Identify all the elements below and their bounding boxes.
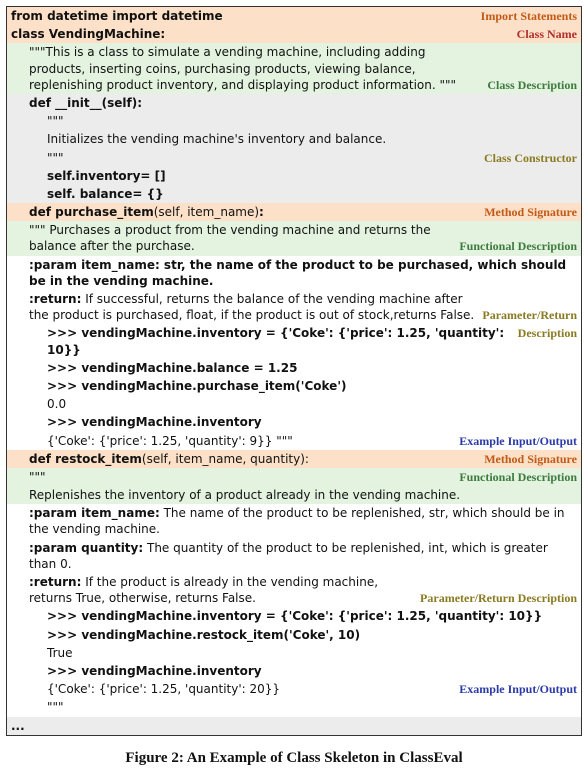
m1-ex5-row: >>> vendingMachine.inventory [7, 413, 581, 431]
m1-ex6-row: {'Coke': {'price': 1.25, 'quantity': 9}}… [7, 432, 581, 450]
class-def: class VendingMachine: [11, 26, 511, 42]
m2-sig-row: def restock_item(self, item_name, quanti… [7, 450, 581, 468]
tag-method-signature-2: Method Signature [484, 451, 577, 467]
tag-param-return-2: Parameter/Return Description [420, 590, 577, 606]
ellipsis: ... [11, 718, 577, 734]
init-doc-open: """ [11, 113, 577, 129]
m1-ex1-row: >>> vendingMachine.inventory = {'Coke': … [7, 324, 581, 358]
tag-class-name: Class Name [517, 26, 577, 42]
init-body2-row: self. balance= {} [7, 185, 581, 203]
tag-method-signature-1: Method Signature [484, 204, 577, 220]
init-body2: self. balance= {} [11, 186, 577, 202]
class-skeleton-box: from datetime import datetime Import Sta… [6, 6, 582, 736]
m2-doc-open: """ [11, 469, 453, 485]
class-doc: """This is a class to simulate a vending… [11, 44, 481, 93]
m2-doc: Replenishes the inventory of a product a… [11, 487, 577, 503]
m2-doc-close: """ [11, 699, 577, 715]
tag-class-constructor: Class Constructor [484, 150, 577, 166]
class-doc-row: """This is a class to simulate a vending… [7, 43, 581, 94]
m2-return: :return: If the product is already in th… [11, 574, 414, 606]
tag-functional-description-2: Functional Description [459, 469, 577, 485]
m1-param: :param item_name: str, the name of the p… [11, 257, 577, 289]
m1-sig: def purchase_item(self, item_name): [11, 204, 478, 220]
m2-ex2: >>> vendingMachine.restock_item('Coke', … [11, 627, 577, 643]
m2-sig: def restock_item(self, item_name, quanti… [11, 451, 478, 467]
tag-description-word: Description [518, 325, 577, 341]
m2-ex1: >>> vendingMachine.inventory = {'Coke': … [11, 608, 577, 624]
m2-doc-open-row: """ Functional Description [7, 468, 581, 486]
m2-ex4-row: >>> vendingMachine.inventory [7, 662, 581, 680]
m2-ex5-row: {'Coke': {'price': 1.25, 'quantity': 20}… [7, 680, 581, 698]
m1-param-row: :param item_name: str, the name of the p… [7, 256, 581, 290]
class-def-row: class VendingMachine: Class Name [7, 25, 581, 43]
tag-param-return-1: Parameter/Return [482, 307, 577, 323]
ellipsis-row: ... [7, 717, 581, 735]
m2-ex5: {'Coke': {'price': 1.25, 'quantity': 20}… [11, 681, 453, 697]
m2-ex2-row: >>> vendingMachine.restock_item('Coke', … [7, 626, 581, 644]
m2-param1: :param item_name: The name of the produc… [11, 505, 577, 537]
m1-ex4: 0.0 [11, 396, 577, 412]
m2-doc-close-row: """ [7, 698, 581, 716]
m2-doc-row: Replenishes the inventory of a product a… [7, 486, 581, 504]
m1-doc-row: """ Purchases a product from the vending… [7, 221, 581, 255]
m2-param1-row: :param item_name: The name of the produc… [7, 504, 581, 538]
init-sig-row: def __init__(self): [7, 94, 581, 112]
m2-ex3: True [11, 645, 577, 661]
m2-ex1-row: >>> vendingMachine.inventory = {'Coke': … [7, 607, 581, 625]
import-row: from datetime import datetime Import Sta… [7, 7, 581, 25]
m2-return-row: :return: If the product is already in th… [7, 573, 581, 607]
m1-ex5: >>> vendingMachine.inventory [11, 414, 577, 430]
init-doc-open-row: """ [7, 112, 581, 130]
init-doc-close-row: """ Class Constructor [7, 149, 581, 167]
m2-ex4: >>> vendingMachine.inventory [11, 663, 577, 679]
tag-functional-description-1: Functional Description [459, 238, 577, 254]
import-line: from datetime import datetime [11, 8, 475, 24]
m1-return-row: :return: If successful, returns the bala… [7, 290, 581, 324]
m1-ex3-row: >>> vendingMachine.purchase_item('Coke') [7, 377, 581, 395]
tag-example-io-1: Example Input/Output [459, 433, 577, 449]
m2-param2: :param quantity: The quantity of the pro… [11, 540, 577, 572]
init-doc-row: Initializes the vending machine's invent… [7, 130, 581, 148]
m1-ex3: >>> vendingMachine.purchase_item('Coke') [11, 378, 577, 394]
init-sig: def __init__(self): [11, 95, 577, 111]
tag-example-io-2: Example Input/Output [459, 681, 577, 697]
m1-sig-row: def purchase_item(self, item_name): Meth… [7, 203, 581, 221]
m1-return: :return: If successful, returns the bala… [11, 291, 476, 323]
init-body1-row: self.inventory= [] [7, 167, 581, 185]
m1-ex6: {'Coke': {'price': 1.25, 'quantity': 9}}… [11, 433, 453, 449]
tag-class-description: Class Description [487, 77, 577, 93]
m1-ex4-row: 0.0 [7, 395, 581, 413]
m2-param2-row: :param quantity: The quantity of the pro… [7, 539, 581, 573]
init-doc-close: """ [11, 150, 478, 166]
init-doc-line: Initializes the vending machine's invent… [11, 131, 577, 147]
m1-ex2: >>> vendingMachine.balance = 1.25 [11, 360, 577, 376]
init-body1: self.inventory= [] [11, 168, 577, 184]
tag-import-statements: Import Statements [481, 8, 577, 24]
figure-caption: Figure 2: An Example of Class Skeleton i… [6, 750, 582, 767]
m1-ex1: >>> vendingMachine.inventory = {'Coke': … [11, 325, 512, 357]
m2-ex3-row: True [7, 644, 581, 662]
m1-ex2-row: >>> vendingMachine.balance = 1.25 [7, 359, 581, 377]
m1-doc: """ Purchases a product from the vending… [11, 222, 453, 254]
